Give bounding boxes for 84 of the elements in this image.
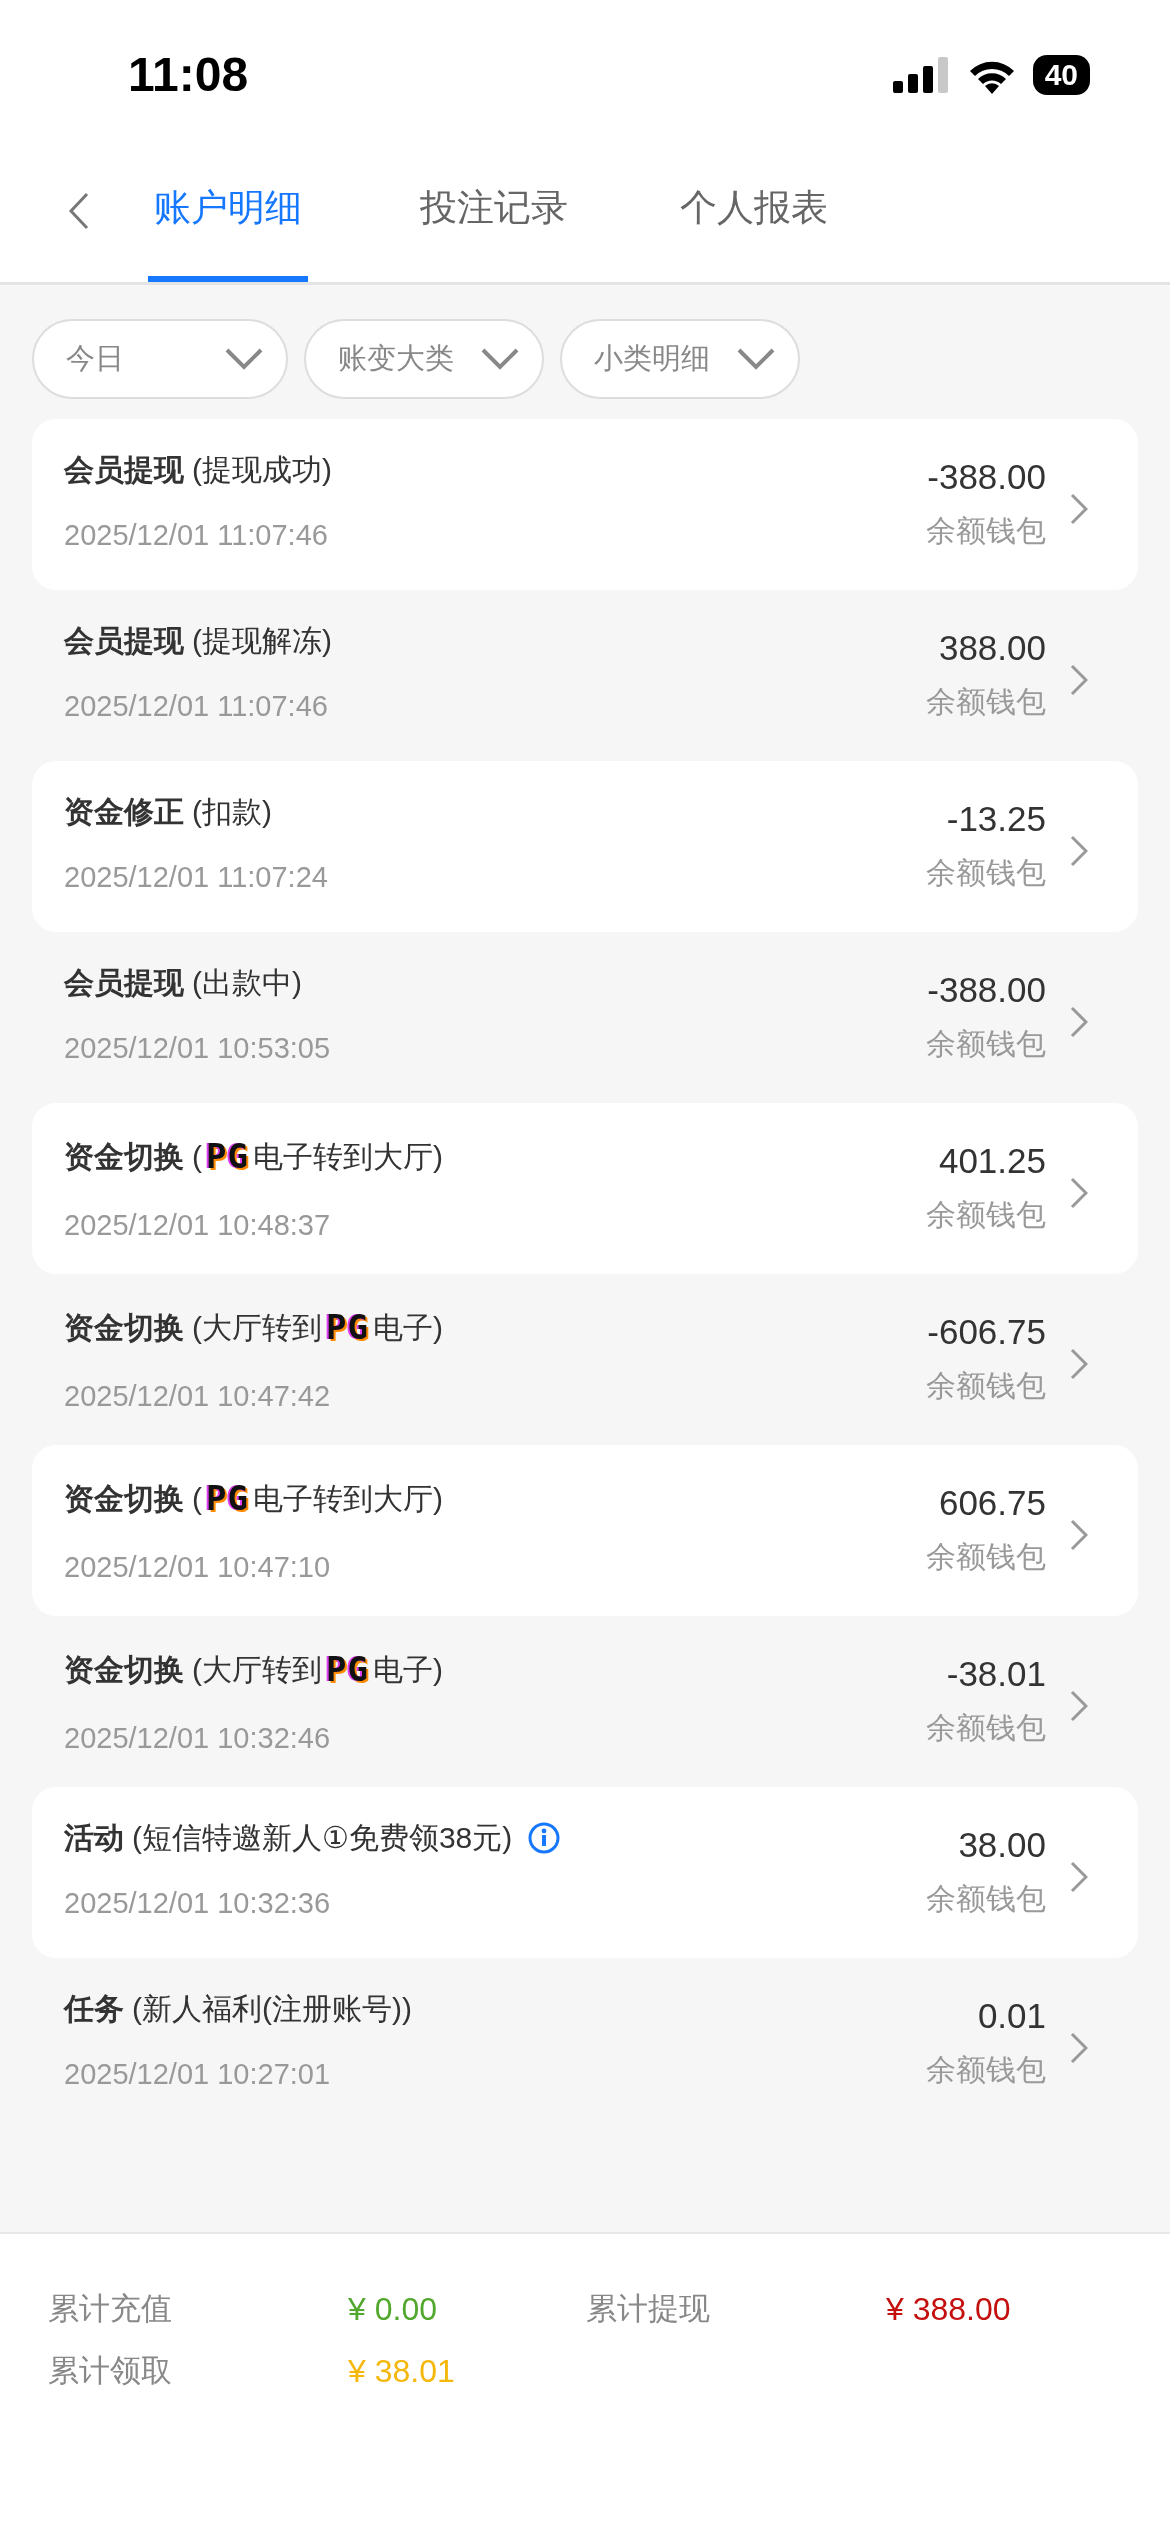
tab[interactable]: 投注记录: [420, 150, 568, 282]
chevron-right-icon: [1070, 663, 1088, 696]
summary-label: 累计提现: [586, 2289, 711, 2328]
record-time: 2025/12/01 10:32:46: [64, 1721, 332, 1756]
record-title: 资金切换 (大厅转到 PG 电子): [64, 1302, 926, 1353]
brand-logo: PG: [326, 1306, 369, 1349]
wallet-label: 余额钱包: [926, 1880, 1046, 1917]
record-time: 2025/12/01 10:47:10: [64, 1550, 332, 1585]
summary-value: ¥ 388.00: [886, 2290, 1012, 2329]
chevron-right-icon: [1070, 1005, 1088, 1038]
record-title: 活动 (短信特邀新人①免费领38元): [64, 1815, 926, 1860]
record-row[interactable]: 资金切换 (大厅转到 PG 电子) 2025/12/01 10:47:42 -606.75 余额钱包: [32, 1274, 1138, 1445]
record-row[interactable]: 会员提现 (提现成功) 2025/12/01 11:07:46 -388.00 余额钱包: [32, 419, 1138, 590]
chevron-right-icon: [1070, 1347, 1088, 1380]
record-amount: -388.00: [926, 969, 1046, 1011]
record-time: 2025/12/01 11:07:46: [64, 689, 329, 724]
record-amount: 0.01: [976, 1995, 1046, 2037]
record-amount: 606.75: [937, 1482, 1046, 1524]
record-title: 资金切换 (PG 电子转到大厅): [64, 1473, 926, 1524]
record-row[interactable]: 资金切换 (PG 电子转到大厅) 2025/12/01 10:48:37 401.25 余额钱包: [32, 1103, 1138, 1274]
record-time: 2025/12/01 10:47:42: [64, 1379, 332, 1414]
record-amount: -388.00: [926, 456, 1046, 498]
record-title: 会员提现 (提现成功): [64, 452, 333, 488]
chevron-down-icon: [224, 347, 264, 371]
wallet-label: 余额钱包: [926, 1709, 1046, 1746]
chevron-right-icon: [1070, 1176, 1088, 1209]
filter-dropdown[interactable]: 今日: [32, 319, 288, 399]
record-title: 资金修正 (扣款): [64, 794, 273, 830]
record-title: 任务 (新人福利(注册账号)): [64, 1991, 413, 2027]
record-row[interactable]: 活动 (短信特邀新人①免费领38元) 2025/12/01 10:32:36 38.00 余额钱包: [32, 1787, 1138, 1958]
summary-label: 累计充值: [48, 2289, 173, 2328]
chevron-right-icon: [1070, 1689, 1088, 1722]
chevron-right-icon: [1070, 834, 1088, 867]
wallet-label: 余额钱包: [926, 512, 1046, 549]
info-icon[interactable]: [528, 1821, 561, 1854]
record-time: 2025/12/01 11:07:24: [64, 860, 329, 895]
record-row[interactable]: 资金修正 (扣款) 2025/12/01 11:07:24 -13.25 余额钱包: [32, 761, 1138, 932]
chevron-right-icon: [1070, 2031, 1088, 2064]
battery-level: 40: [1032, 55, 1090, 95]
record-row[interactable]: 资金切换 (PG 电子转到大厅) 2025/12/01 10:47:10 606.75 余额钱包: [32, 1445, 1138, 1616]
record-row[interactable]: 会员提现 (提现解冻) 2025/12/01 11:07:46 388.00 余额钱包: [32, 590, 1138, 761]
brand-logo: PG: [326, 1648, 369, 1691]
record-row[interactable]: 资金切换 (大厅转到 PG 电子) 2025/12/01 10:32:46 -38.01 余额钱包: [32, 1616, 1138, 1787]
chevron-right-icon: [1070, 492, 1088, 525]
wallet-label: 余额钱包: [926, 1025, 1046, 1062]
record-title: 资金切换 (大厅转到 PG 电子): [64, 1644, 926, 1695]
filter-dropdown[interactable]: 小类明细: [560, 319, 800, 399]
filter-dropdown[interactable]: 账变大类: [304, 319, 544, 399]
record-time: 2025/12/01 10:32:36: [64, 1886, 332, 1921]
signal-icon: [892, 57, 951, 93]
record-time: 2025/12/01 10:53:05: [64, 1031, 332, 1066]
record-amount: 401.25: [937, 1140, 1046, 1182]
record-title: 会员提现 (出款中): [64, 965, 303, 1001]
record-amount: 38.00: [957, 1824, 1046, 1866]
wallet-label: 余额钱包: [926, 683, 1046, 720]
summary-value: ¥ 38.01: [348, 2352, 456, 2391]
record-row[interactable]: 任务 (新人福利(注册账号)) 2025/12/01 10:27:01 0.01 余额钱包: [32, 1958, 1138, 2129]
wallet-label: 余额钱包: [926, 1367, 1046, 1404]
status-time: 11:08: [128, 47, 249, 103]
record-amount: -606.75: [926, 1311, 1046, 1353]
wallet-label: 余额钱包: [926, 1538, 1046, 1575]
summary-value: ¥ 0.00: [348, 2290, 438, 2329]
wallet-label: 余额钱包: [926, 1196, 1046, 1233]
chevron-down-icon: [480, 347, 520, 371]
record-time: 2025/12/01 11:07:46: [64, 518, 329, 553]
record-amount: 388.00: [937, 627, 1046, 669]
record-time: 2025/12/01 10:27:01: [64, 2057, 332, 2092]
record-title: 会员提现 (提现解冻): [64, 623, 333, 659]
wallet-label: 余额钱包: [926, 854, 1046, 891]
record-amount: -13.25: [945, 798, 1046, 840]
record-title: 资金切换 (PG 电子转到大厅): [64, 1131, 926, 1182]
record-row[interactable]: 会员提现 (出款中) 2025/12/01 10:53:05 -388.00 余额钱包: [32, 932, 1138, 1103]
chevron-down-icon: [736, 347, 776, 371]
summary-label: 累计领取: [48, 2351, 173, 2390]
record-amount: -38.01: [945, 1653, 1046, 1695]
tab[interactable]: 个人报表: [680, 150, 828, 282]
chevron-right-icon: [1070, 1860, 1088, 1893]
back-icon: [68, 192, 90, 230]
brand-logo: PG: [206, 1477, 249, 1520]
tab[interactable]: 账户明细: [148, 150, 308, 282]
wallet-label: 余额钱包: [926, 2051, 1046, 2088]
record-time: 2025/12/01 10:48:37: [64, 1208, 332, 1243]
brand-logo: PG: [206, 1135, 249, 1178]
chevron-right-icon: [1070, 1518, 1088, 1551]
